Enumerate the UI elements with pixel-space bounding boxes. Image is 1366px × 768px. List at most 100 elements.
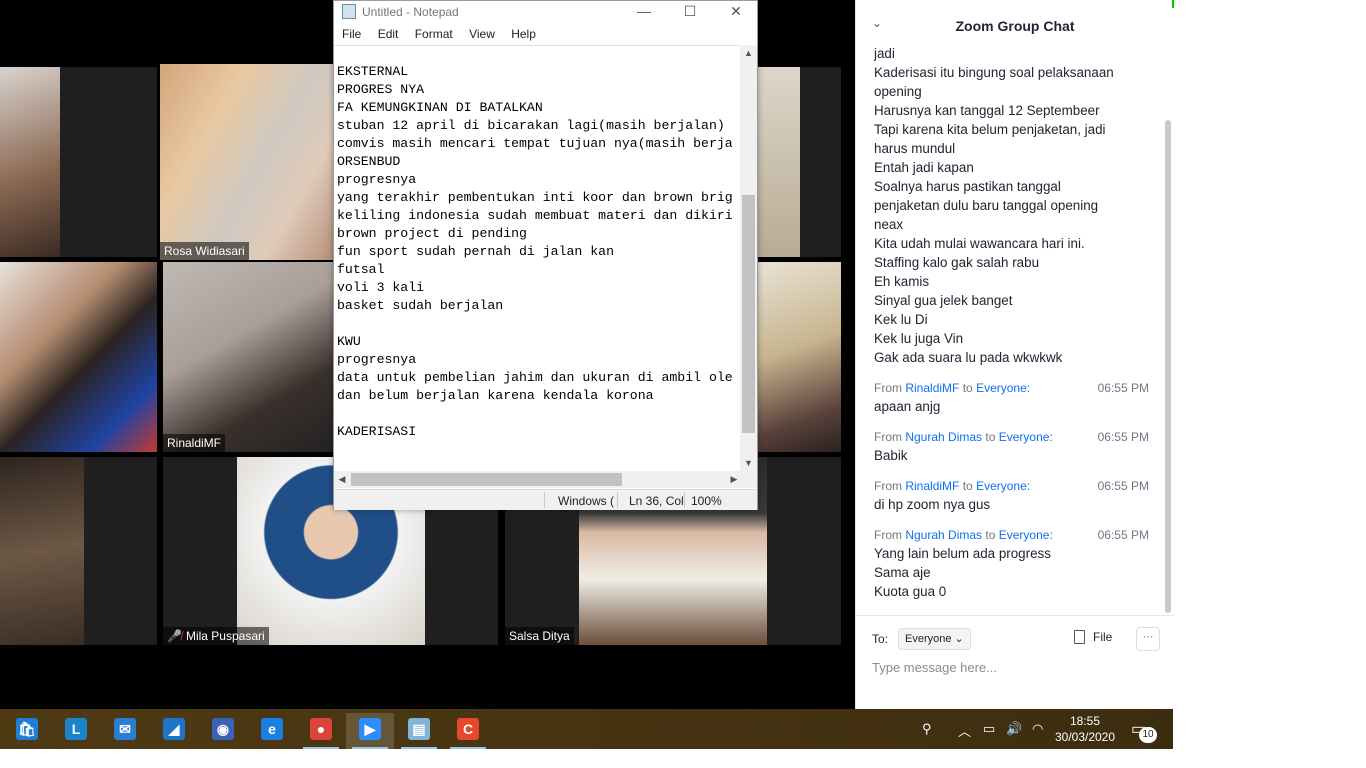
chat-message-line: Soalnya harus pastikan tanggal xyxy=(874,179,1061,194)
scroll-up-icon[interactable]: ▲ xyxy=(740,45,757,61)
file-label: File xyxy=(1093,630,1113,644)
close-button[interactable]: ✕ xyxy=(713,1,759,23)
to-label: to xyxy=(985,430,996,444)
file-button[interactable]: File xyxy=(1074,630,1112,644)
status-position: Ln 36, Col xyxy=(629,494,684,508)
chat-message-line: Tapi karena kita belum penjaketan, jadi xyxy=(874,122,1106,137)
video-tile-active-speaker[interactable]: Rosa Widiasari xyxy=(160,64,335,260)
notification-badge: 10 xyxy=(1139,727,1157,743)
chat-message-line: Sinyal gua jelek banget xyxy=(874,293,1013,308)
minimize-button[interactable]: — xyxy=(621,1,667,23)
more-options-button[interactable]: ··· xyxy=(1136,627,1160,651)
notepad-status-bar: Windows ( Ln 36, Col 100% xyxy=(334,489,757,510)
scroll-left-icon[interactable]: ◀ xyxy=(334,471,350,488)
chat-message-line: Sama aje xyxy=(874,565,931,580)
participant-video xyxy=(0,457,84,645)
sender-name[interactable]: Ngurah Dimas xyxy=(905,528,982,542)
chat-message-list[interactable]: jadi Kaderisasi itu bingung soal pelaksa… xyxy=(874,44,1159,614)
chat-title: Zoom Group Chat xyxy=(955,18,1075,34)
status-divider xyxy=(617,492,618,508)
zoom-chat-panel: ⌄ Zoom Group Chat jadi Kaderisasi itu bi… xyxy=(855,0,1174,709)
notification-center-icon[interactable]: ▭ 10 xyxy=(1131,719,1157,743)
taskbar-app-button[interactable]: ◉ xyxy=(199,713,247,749)
horizontal-scrollbar[interactable]: ◀ ▶ xyxy=(334,471,742,488)
menu-format[interactable]: Format xyxy=(415,23,453,45)
taskbar-app-button[interactable]: ▶ xyxy=(346,713,394,749)
recipient-name[interactable]: Everyone: xyxy=(999,528,1053,542)
system-clock[interactable]: 18:55 30/03/2020 xyxy=(1054,713,1116,745)
taskbar-app-button[interactable]: ● xyxy=(297,713,345,749)
message-time: 06:55 PM xyxy=(1097,430,1149,444)
to-label: to xyxy=(962,381,973,395)
edge-icon: e xyxy=(261,718,283,740)
video-tile[interactable] xyxy=(0,67,157,257)
chat-message: From Ngurah Dimas to Everyone: 06:55 PM Y… xyxy=(874,526,1159,601)
vertical-scrollbar[interactable]: ▲ ▼ xyxy=(740,45,757,471)
volume-icon[interactable]: 🔊 xyxy=(1006,721,1022,737)
participant-name-label: Salsa Ditya xyxy=(505,627,574,645)
status-encoding: Windows ( xyxy=(558,494,615,508)
notepad-text-area[interactable]: EKSTERNAL PROGRES NYA FA KEMUNGKINAN DI … xyxy=(334,45,742,471)
chat-message-line: Kita udah mulai wawancara hari ini. xyxy=(874,236,1085,251)
chat-message-line: di hp zoom nya gus xyxy=(874,497,991,512)
chat-scrollbar[interactable] xyxy=(1165,120,1171,613)
taskbar-app-button[interactable]: L xyxy=(52,713,100,749)
taskbar-app-button[interactable]: e xyxy=(248,713,296,749)
people-icon[interactable]: ⚲ xyxy=(922,721,932,737)
wifi-icon[interactable]: ◠ xyxy=(1032,721,1043,737)
chat-message-line: Kuota gua 0 xyxy=(874,584,947,599)
chevron-up-icon[interactable]: ︿ xyxy=(958,721,971,740)
recipient-name[interactable]: Everyone: xyxy=(976,381,1030,395)
chat-message-line: penjaketan dulu baru tanggal opening xyxy=(874,198,1099,213)
taskbar-app-button[interactable]: ✉ xyxy=(101,713,149,749)
running-indicator xyxy=(303,747,339,749)
taskbar-app-button[interactable]: C xyxy=(444,713,492,749)
chat-message-line: Entah jadi kapan xyxy=(874,160,974,175)
video-tile[interactable] xyxy=(758,262,841,452)
chrome-icon: ● xyxy=(310,718,332,740)
chat-message-input[interactable] xyxy=(872,657,1162,677)
chat-message-line: Harusnya kan tanggal 12 Septembeer xyxy=(874,103,1100,118)
from-label: From xyxy=(874,430,902,444)
video-tile[interactable] xyxy=(0,457,157,645)
chat-message-line: Kek lu juga Vin xyxy=(874,331,964,346)
status-divider xyxy=(684,492,685,508)
scrollbar-thumb[interactable] xyxy=(742,195,755,433)
video-tile[interactable] xyxy=(758,67,841,257)
notepad-text: EKSTERNAL PROGRES NYA FA KEMUNGKINAN DI … xyxy=(337,64,733,439)
l-app-icon: L xyxy=(65,718,87,740)
message-header: From Ngurah Dimas to Everyone: 06:55 PM xyxy=(874,526,1159,544)
sender-name[interactable]: RinaldiMF xyxy=(905,479,959,493)
participant-name-label: Rosa Widiasari xyxy=(160,242,249,260)
recipient-name[interactable]: Everyone: xyxy=(976,479,1030,493)
notepad-title-bar[interactable]: Untitled - Notepad — ☐ ✕ xyxy=(334,1,757,23)
menu-edit[interactable]: Edit xyxy=(378,23,399,45)
video-tile[interactable]: RinaldiMF xyxy=(163,262,338,452)
camtasia-icon: C xyxy=(457,718,479,740)
scroll-down-icon[interactable]: ▼ xyxy=(740,455,757,471)
taskbar-app-button[interactable]: 🛍 xyxy=(3,713,51,749)
notepad-icon xyxy=(342,4,356,19)
recipient-name[interactable]: Everyone: xyxy=(999,430,1053,444)
scrollbar-thumb[interactable] xyxy=(351,473,622,486)
maximize-button[interactable]: ☐ xyxy=(667,1,713,23)
chevron-down-icon: ⌄ xyxy=(954,633,964,645)
notepad-menu-bar: File Edit Format View Help xyxy=(334,23,757,45)
menu-file[interactable]: File xyxy=(342,23,361,45)
notepad-window[interactable]: Untitled - Notepad — ☐ ✕ File Edit Forma… xyxy=(333,0,758,510)
taskbar-app-button[interactable]: ▤ xyxy=(395,713,443,749)
battery-icon[interactable]: ▭ xyxy=(983,721,995,737)
chat-message-line: Babik xyxy=(874,448,908,463)
sender-name[interactable]: Ngurah Dimas xyxy=(905,430,982,444)
menu-view[interactable]: View xyxy=(469,23,495,45)
recipient-dropdown[interactable]: Everyone ⌄ xyxy=(898,628,971,650)
video-tile[interactable] xyxy=(0,262,157,452)
menu-help[interactable]: Help xyxy=(511,23,536,45)
running-indicator xyxy=(401,747,437,749)
status-zoom: 100% xyxy=(691,494,722,508)
sender-name[interactable]: RinaldiMF xyxy=(905,381,959,395)
clock-date: 30/03/2020 xyxy=(1054,730,1116,744)
chat-message-line: harus mundul xyxy=(874,141,956,156)
taskbar-app-button[interactable]: ◢ xyxy=(150,713,198,749)
window-title: Untitled - Notepad xyxy=(362,5,459,19)
